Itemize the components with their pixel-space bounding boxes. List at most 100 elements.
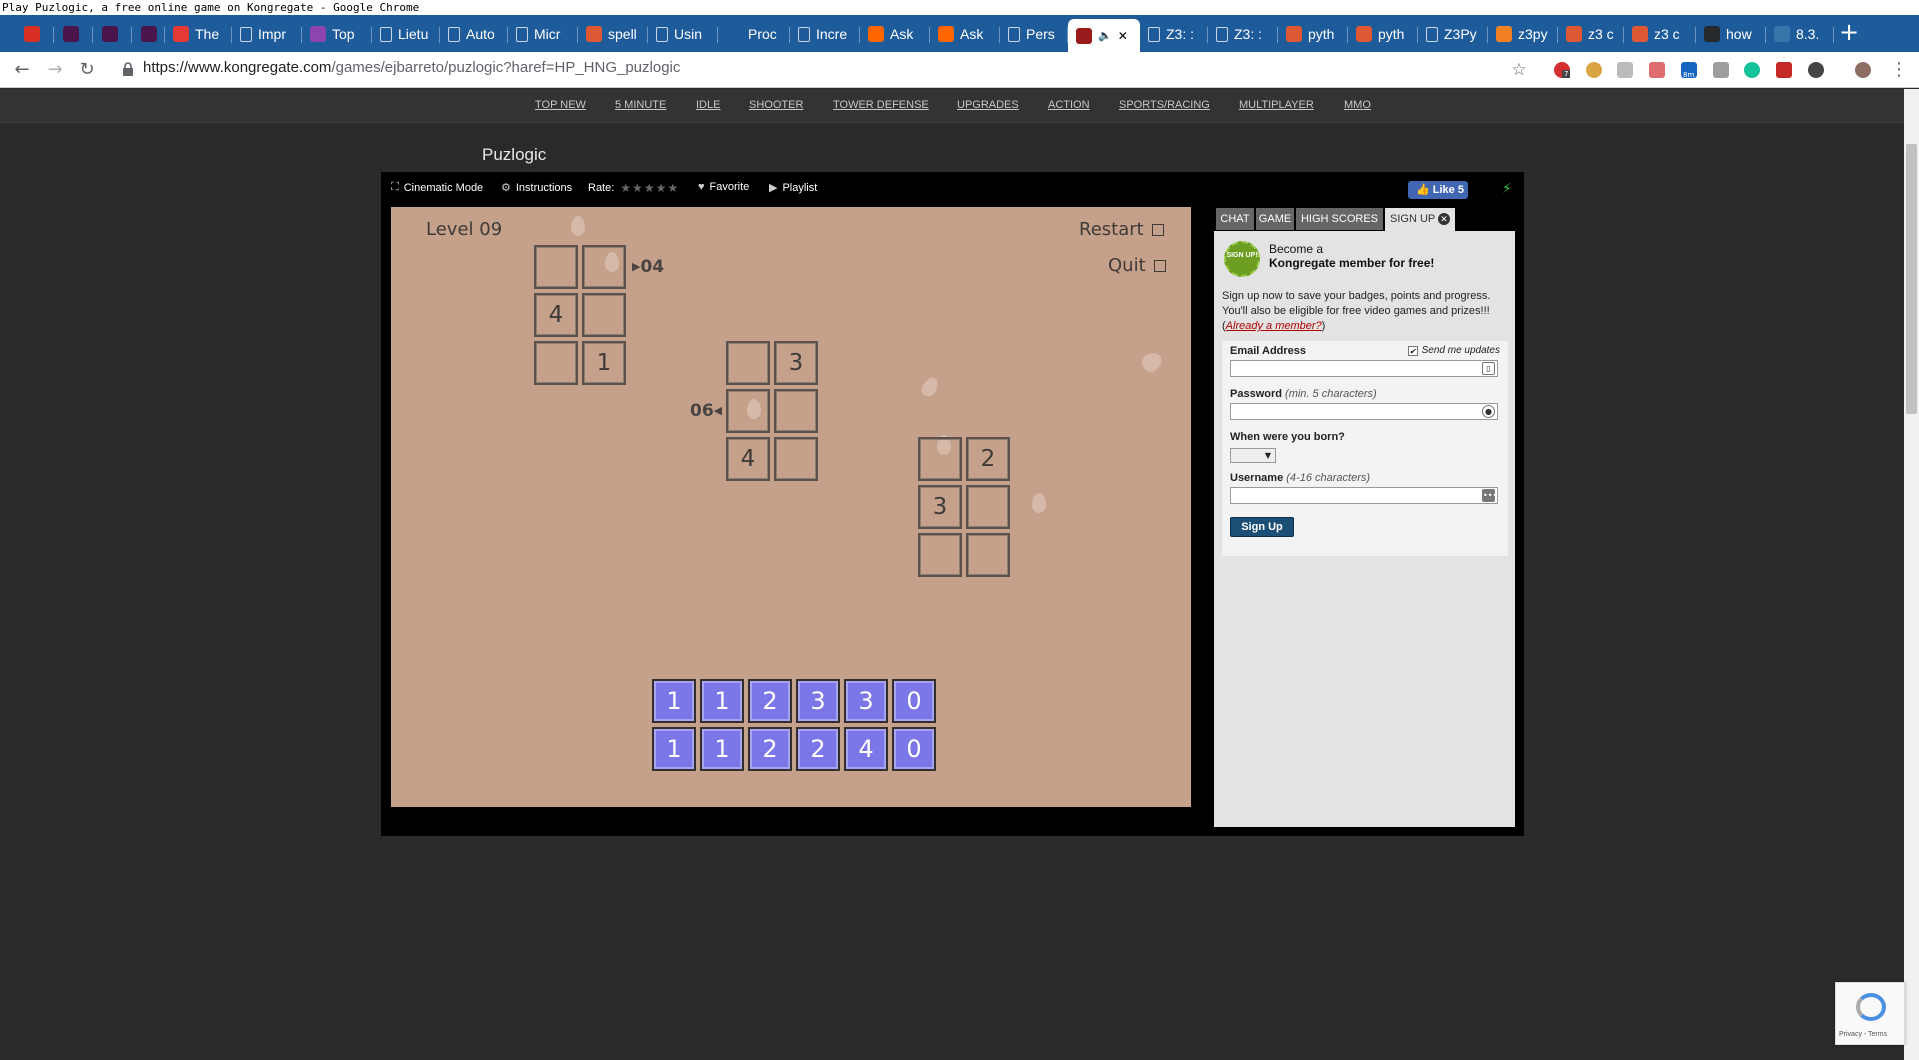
browser-tab[interactable]: spell xyxy=(578,19,648,49)
grid-cell[interactable] xyxy=(966,533,1010,577)
rate-control[interactable]: Rate: ★★★★★ xyxy=(588,181,679,195)
close-tab-icon[interactable]: ✕ xyxy=(1118,29,1128,43)
grid-cell[interactable]: 4 xyxy=(726,437,770,481)
browser-tab[interactable]: z3py xyxy=(1488,19,1558,49)
playlist-button[interactable]: ▶ Playlist xyxy=(769,181,817,195)
menu-icon[interactable]: ⋮ xyxy=(1887,58,1911,82)
already-member-link[interactable]: Already a member? xyxy=(1226,320,1322,332)
browser-tab[interactable]: Impr xyxy=(232,19,302,49)
back-icon[interactable]: ← xyxy=(10,58,34,82)
ublock-extension-icon[interactable]: 7 xyxy=(1554,62,1571,78)
number-piece[interactable]: 0 xyxy=(892,679,936,723)
extension-icon[interactable] xyxy=(1649,62,1665,78)
grid-cell[interactable] xyxy=(534,341,578,385)
browser-tab[interactable]: Ask xyxy=(860,19,930,49)
quit-button[interactable]: Quit xyxy=(1108,255,1166,276)
extension-icon[interactable] xyxy=(1776,62,1792,78)
grid-cell[interactable] xyxy=(726,341,770,385)
tab-chat[interactable]: CHAT xyxy=(1216,208,1254,230)
browser-tab[interactable]: z3 c xyxy=(1558,19,1624,49)
number-piece[interactable]: 3 xyxy=(844,679,888,723)
wordpress-extension-icon[interactable] xyxy=(1808,62,1824,78)
number-piece[interactable]: 4 xyxy=(844,727,888,771)
camera-extension-icon[interactable] xyxy=(1713,62,1729,78)
browser-tab[interactable]: Usin xyxy=(648,19,718,49)
browser-tab[interactable]: Z3Py xyxy=(1418,19,1488,49)
grammarly-extension-icon[interactable] xyxy=(1744,62,1760,78)
category-link[interactable]: SHOOTER xyxy=(749,99,803,111)
number-piece[interactable]: 3 xyxy=(796,679,840,723)
grid-cell[interactable]: 3 xyxy=(774,341,818,385)
number-piece[interactable]: 1 xyxy=(652,727,696,771)
new-tab-button[interactable]: + xyxy=(1835,19,1863,47)
browser-tab[interactable]: Pers xyxy=(1000,19,1068,49)
browser-tab[interactable]: Incre xyxy=(790,19,860,49)
grid-cell[interactable] xyxy=(582,245,626,289)
scrollbar-thumb[interactable] xyxy=(1906,144,1917,414)
grid-cell[interactable]: 3 xyxy=(918,485,962,529)
number-piece[interactable]: 0 xyxy=(892,727,936,771)
recaptcha-links[interactable]: Privacy - Terms xyxy=(1839,1031,1887,1038)
grid-cell[interactable] xyxy=(726,389,770,433)
facebook-like-button[interactable]: 👍 Like 5 xyxy=(1408,181,1468,199)
browser-tab[interactable]: Lietu xyxy=(372,19,440,49)
page-scrollbar[interactable] xyxy=(1904,89,1919,1060)
browser-tab[interactable] xyxy=(55,19,93,49)
rating-stars[interactable]: ★★★★★ xyxy=(620,181,679,195)
reload-icon[interactable]: ↻ xyxy=(75,58,99,82)
bookmark-star-icon[interactable]: ☆ xyxy=(1507,58,1531,82)
profile-avatar[interactable] xyxy=(1855,62,1871,78)
grid-cell[interactable]: 1 xyxy=(582,341,626,385)
category-link[interactable]: MULTIPLAYER xyxy=(1239,99,1314,111)
grid-cell[interactable] xyxy=(774,389,818,433)
sign-up-button[interactable]: Sign Up xyxy=(1230,517,1294,537)
category-link[interactable]: SPORTS/RACING xyxy=(1119,99,1210,111)
grid-cell[interactable] xyxy=(774,437,818,481)
browser-tab[interactable]: Z3: : xyxy=(1140,19,1208,49)
grid-cell[interactable] xyxy=(582,293,626,337)
category-link[interactable]: UPGRADES xyxy=(957,99,1019,111)
birth-year-select[interactable]: ▼ xyxy=(1230,448,1276,463)
grid-cell[interactable] xyxy=(534,245,578,289)
browser-tab[interactable]: z3 c xyxy=(1624,19,1696,49)
category-link[interactable]: MMO xyxy=(1344,99,1371,111)
browser-tab[interactable]: Proc xyxy=(718,19,790,49)
close-icon[interactable]: ✕ xyxy=(1438,213,1450,225)
grid-cell[interactable]: 2 xyxy=(966,437,1010,481)
browser-tab[interactable]: Ask xyxy=(930,19,1000,49)
number-piece[interactable]: 2 xyxy=(748,679,792,723)
tab-high-scores[interactable]: HIGH SCORES xyxy=(1296,208,1383,230)
game-canvas[interactable]: Level 09 Restart Quit 4 1 ▶04 3 4 06◀ 2 3 11233… xyxy=(391,207,1191,807)
number-piece[interactable]: 2 xyxy=(796,727,840,771)
browser-tab[interactable]: Top xyxy=(302,19,372,49)
browser-tab[interactable]: 🔈 ✕ xyxy=(1068,19,1140,52)
recaptcha-badge[interactable]: Privacy - Terms xyxy=(1835,982,1905,1045)
browser-tab[interactable] xyxy=(16,19,54,49)
calendar-extension-icon[interactable]: 8m xyxy=(1681,62,1697,79)
username-field[interactable]: ••• xyxy=(1230,487,1498,504)
instructions-button[interactable]: ⚙ Instructions xyxy=(501,181,572,195)
cinematic-mode-button[interactable]: ⛶ Cinematic Mode xyxy=(391,181,483,194)
browser-tab[interactable]: Auto xyxy=(440,19,508,49)
tab-sign-up[interactable]: SIGN UP ✕ xyxy=(1385,208,1455,232)
category-link[interactable]: 5 MINUTE xyxy=(615,99,666,111)
cookie-extension-icon[interactable] xyxy=(1586,62,1602,78)
category-link[interactable]: TOWER DEFENSE xyxy=(833,99,929,111)
browser-tab[interactable]: pyth xyxy=(1348,19,1418,49)
browser-tab[interactable]: 8.3. xyxy=(1766,19,1834,49)
number-piece[interactable]: 1 xyxy=(652,679,696,723)
number-piece[interactable]: 1 xyxy=(700,679,744,723)
browser-tab[interactable] xyxy=(133,19,165,49)
favorite-button[interactable]: ♥ Favorite xyxy=(698,181,749,193)
restart-button[interactable]: Restart xyxy=(1079,219,1164,240)
grid-cell[interactable] xyxy=(918,437,962,481)
password-field[interactable]: ● xyxy=(1230,403,1498,420)
forward-icon[interactable]: → xyxy=(43,58,67,82)
email-field[interactable]: ▯ xyxy=(1230,360,1498,377)
category-link[interactable]: IDLE xyxy=(696,99,720,111)
browser-tab[interactable]: Micr xyxy=(508,19,578,49)
tab-game[interactable]: GAME xyxy=(1256,208,1294,230)
grid-cell[interactable] xyxy=(918,533,962,577)
url-field[interactable]: https://www.kongregate.com/games/ejbarre… xyxy=(143,59,680,76)
category-link[interactable]: ACTION xyxy=(1048,99,1090,111)
